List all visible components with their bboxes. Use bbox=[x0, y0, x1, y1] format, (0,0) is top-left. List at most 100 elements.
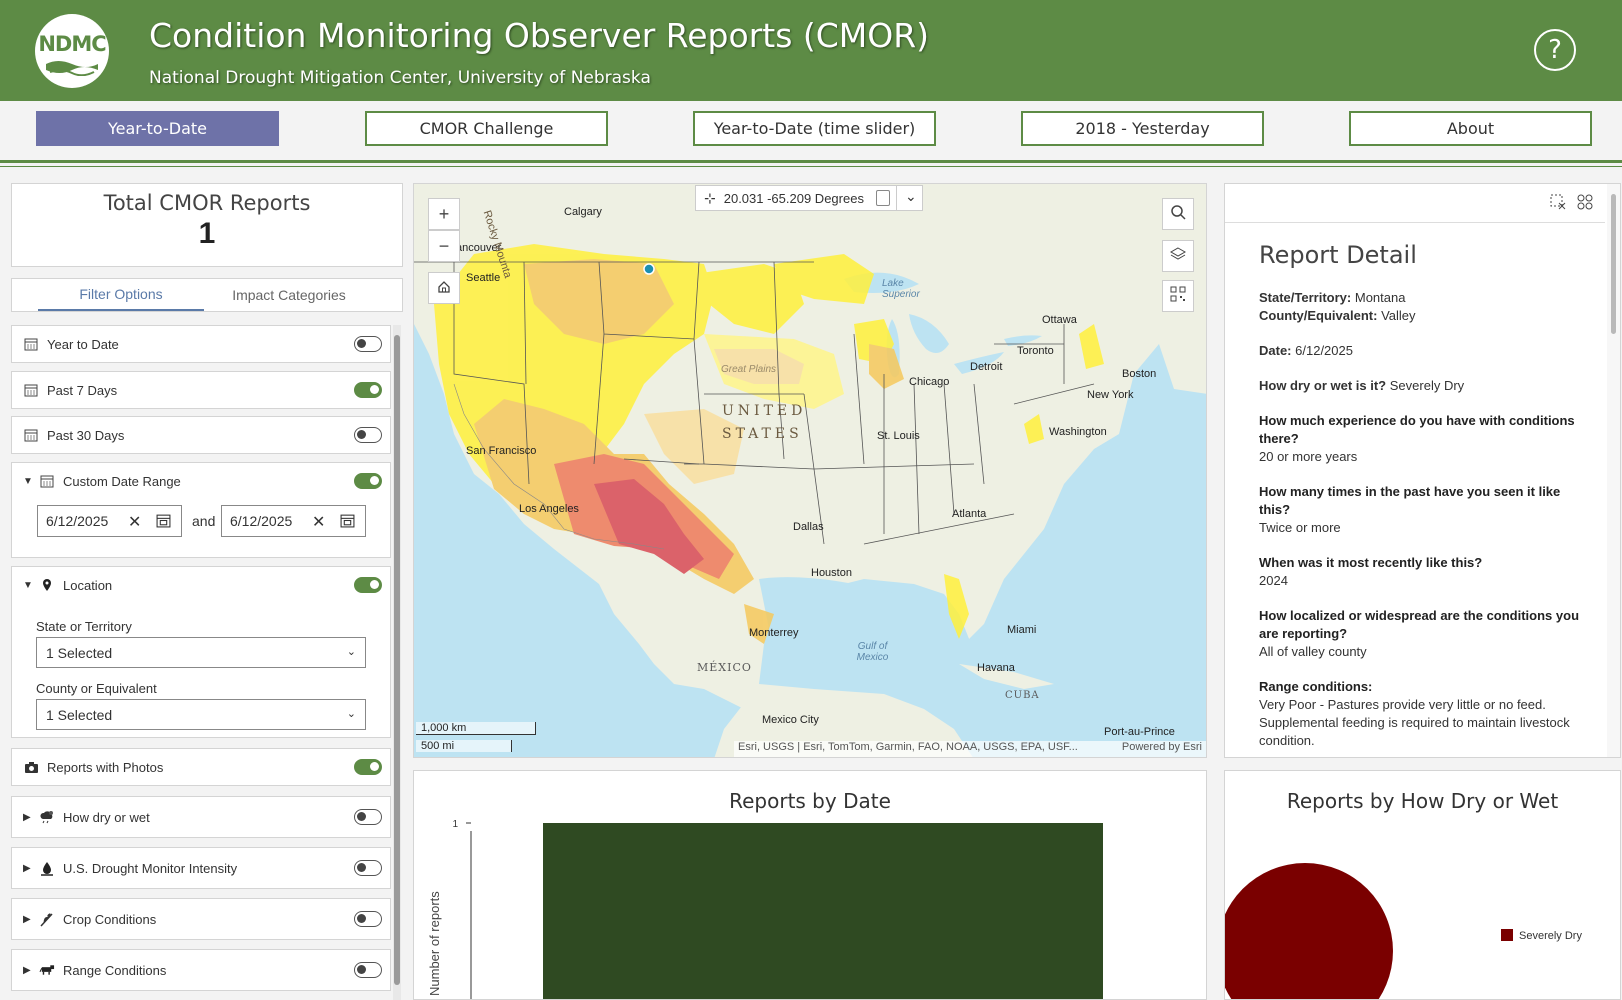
toggle-reports-with-photos[interactable] bbox=[354, 759, 382, 775]
filter-scrollbar[interactable] bbox=[393, 325, 401, 1000]
filter-label: Past 7 Days bbox=[47, 382, 118, 398]
caret-down-icon[interactable]: ▼ bbox=[23, 476, 33, 487]
powered-by-esri[interactable]: Powered by Esri bbox=[1122, 741, 1202, 753]
county-field-value: Valley bbox=[1381, 308, 1416, 323]
crosshair-icon: ⊹ bbox=[704, 189, 716, 206]
experience-field-label: How much experience do you have with con… bbox=[1259, 413, 1575, 446]
caret-right-icon[interactable]: ▶ bbox=[23, 965, 33, 976]
filter-drought-monitor-intensity[interactable]: ▶ U.S. Drought Monitor Intensity bbox=[11, 847, 391, 889]
toggle-range-conditions[interactable] bbox=[354, 962, 382, 978]
county-field-label: County/Equivalent: bbox=[1259, 308, 1378, 323]
report-detail-body: State/Territory: Montana County/Equivale… bbox=[1259, 289, 1589, 750]
map-label: Miami bbox=[1007, 624, 1037, 636]
tab-about[interactable]: About bbox=[1349, 111, 1592, 146]
scrollbar-thumb[interactable] bbox=[1611, 194, 1616, 334]
caret-right-icon[interactable]: ▶ bbox=[23, 863, 33, 874]
legend-label: Severely Dry bbox=[1519, 930, 1582, 942]
zoom-out-button[interactable]: − bbox=[428, 230, 460, 262]
seen-field-label: How many times in the past have you seen… bbox=[1259, 484, 1561, 517]
zoom-in-button[interactable]: + bbox=[428, 198, 460, 230]
clear-icon[interactable]: ✕ bbox=[128, 512, 141, 532]
toggle-crop-conditions[interactable] bbox=[354, 911, 382, 927]
filter-label: Range Conditions bbox=[63, 962, 167, 978]
grid-view-icon[interactable] bbox=[1577, 194, 1593, 215]
search-icon bbox=[1170, 204, 1186, 225]
toggle-past-30-days[interactable] bbox=[354, 427, 382, 443]
recent-field-label: When was it most recently like this? bbox=[1259, 555, 1483, 570]
chevron-down-icon: ⌄ bbox=[346, 646, 356, 658]
county-select[interactable]: 1 Selected ⌄ bbox=[36, 699, 366, 730]
filter-how-dry-or-wet[interactable]: ▶ How dry or wet bbox=[11, 796, 391, 838]
scale-bar-mi: 500 mi bbox=[416, 740, 512, 752]
filter-past-30-days[interactable]: Past 30 Days bbox=[11, 416, 391, 454]
clear-selection-icon[interactable] bbox=[1550, 194, 1566, 215]
map-label: Detroit bbox=[970, 361, 1003, 373]
start-date-input[interactable]: 6/12/2025 ✕ bbox=[37, 505, 182, 537]
clear-icon[interactable]: ✕ bbox=[312, 512, 325, 532]
tab-cmor-challenge[interactable]: CMOR Challenge bbox=[365, 111, 608, 146]
tab-year-to-date-time-slider[interactable]: Year-to-Date (time slider) bbox=[693, 111, 936, 146]
scrollbar-thumb[interactable] bbox=[394, 335, 400, 985]
filter-label: How dry or wet bbox=[63, 809, 150, 825]
location-pin-icon bbox=[39, 577, 55, 593]
detail-scrollbar[interactable] bbox=[1607, 184, 1620, 757]
total-reports-count: 1 bbox=[198, 217, 216, 250]
calendar-icon[interactable] bbox=[340, 513, 355, 531]
pie-slice[interactable] bbox=[1225, 863, 1393, 1000]
home-button[interactable] bbox=[428, 272, 460, 304]
map-label: Lake Superior bbox=[882, 278, 920, 300]
map-view[interactable]: Calgary ancouver Seattle Rocky Mounta Gr… bbox=[413, 183, 1207, 758]
filter-label: Past 30 Days bbox=[47, 427, 125, 443]
map-label: Boston bbox=[1122, 368, 1157, 380]
coordinate-readout[interactable]: ⊹ 20.031 -65.209 Degrees ⌄ bbox=[695, 185, 923, 211]
filter-range-conditions[interactable]: ▶ Range Conditions bbox=[11, 949, 391, 991]
map-attribution[interactable]: Esri, USGS | Esri, TomTom, Garmin, FAO, … bbox=[734, 741, 1206, 757]
toggle-how-dry-or-wet[interactable] bbox=[354, 809, 382, 825]
bar[interactable] bbox=[543, 823, 1103, 1000]
filter-reports-with-photos[interactable]: Reports with Photos bbox=[11, 748, 391, 786]
county-select-value: 1 Selected bbox=[46, 706, 113, 723]
calendar-icon bbox=[39, 473, 55, 489]
filter-crop-conditions[interactable]: ▶ Crop Conditions bbox=[11, 898, 391, 940]
filter-year-to-date[interactable]: Year to Date bbox=[11, 325, 391, 363]
minus-icon: − bbox=[438, 235, 450, 256]
tab-filter-options[interactable]: Filter Options bbox=[38, 279, 204, 311]
toggle-year-to-date[interactable] bbox=[354, 336, 382, 352]
copy-icon[interactable] bbox=[876, 190, 890, 206]
tab-year-to-date[interactable]: Year-to-Date bbox=[36, 111, 279, 146]
layers-button[interactable] bbox=[1162, 240, 1194, 272]
toggle-custom-date-range[interactable] bbox=[354, 473, 382, 489]
map-label: MÉXICO bbox=[697, 661, 752, 674]
map-label: STATES bbox=[722, 426, 803, 442]
map-label: Gulf of Mexico bbox=[856, 641, 889, 663]
caret-down-icon[interactable]: ▼ bbox=[23, 580, 33, 591]
filter-past-7-days[interactable]: Past 7 Days bbox=[11, 371, 391, 409]
map-label: Mexico City bbox=[762, 714, 819, 726]
tab-2018-yesterday[interactable]: 2018 - Yesterday bbox=[1021, 111, 1264, 146]
seen-field-value: Twice or more bbox=[1259, 520, 1341, 535]
chevron-down-icon[interactable]: ⌄ bbox=[905, 188, 917, 205]
end-date-input[interactable]: 6/12/2025 ✕ bbox=[221, 505, 366, 537]
end-date-value: 6/12/2025 bbox=[230, 513, 293, 529]
map-label: Chicago bbox=[909, 376, 950, 388]
y-tick-label: 1 bbox=[452, 819, 458, 830]
toggle-past-7-days[interactable] bbox=[354, 382, 382, 398]
tab-impact-categories[interactable]: Impact Categories bbox=[204, 279, 374, 311]
ndmc-logo: NDMC bbox=[35, 14, 109, 88]
experience-field-value: 20 or more years bbox=[1259, 449, 1358, 464]
filter-list: Year to Date Past 7 Days Past 30 Days ▼ C… bbox=[11, 323, 403, 1000]
caret-right-icon[interactable]: ▶ bbox=[23, 812, 33, 823]
dry-field-label: How dry or wet is it? bbox=[1259, 378, 1387, 393]
calendar-icon[interactable] bbox=[156, 513, 171, 531]
qr-code-button[interactable] bbox=[1162, 280, 1194, 312]
map-search-button[interactable] bbox=[1162, 198, 1194, 230]
and-label: and bbox=[192, 513, 216, 529]
detail-toolbar bbox=[1225, 184, 1605, 223]
map-label: Calgary bbox=[564, 206, 602, 218]
help-button[interactable]: ? bbox=[1534, 29, 1576, 71]
toggle-drought-monitor-intensity[interactable] bbox=[354, 860, 382, 876]
state-label: State or Territory bbox=[36, 619, 132, 634]
caret-right-icon[interactable]: ▶ bbox=[23, 914, 33, 925]
state-select[interactable]: 1 Selected ⌄ bbox=[36, 637, 366, 668]
toggle-location[interactable] bbox=[354, 577, 382, 593]
